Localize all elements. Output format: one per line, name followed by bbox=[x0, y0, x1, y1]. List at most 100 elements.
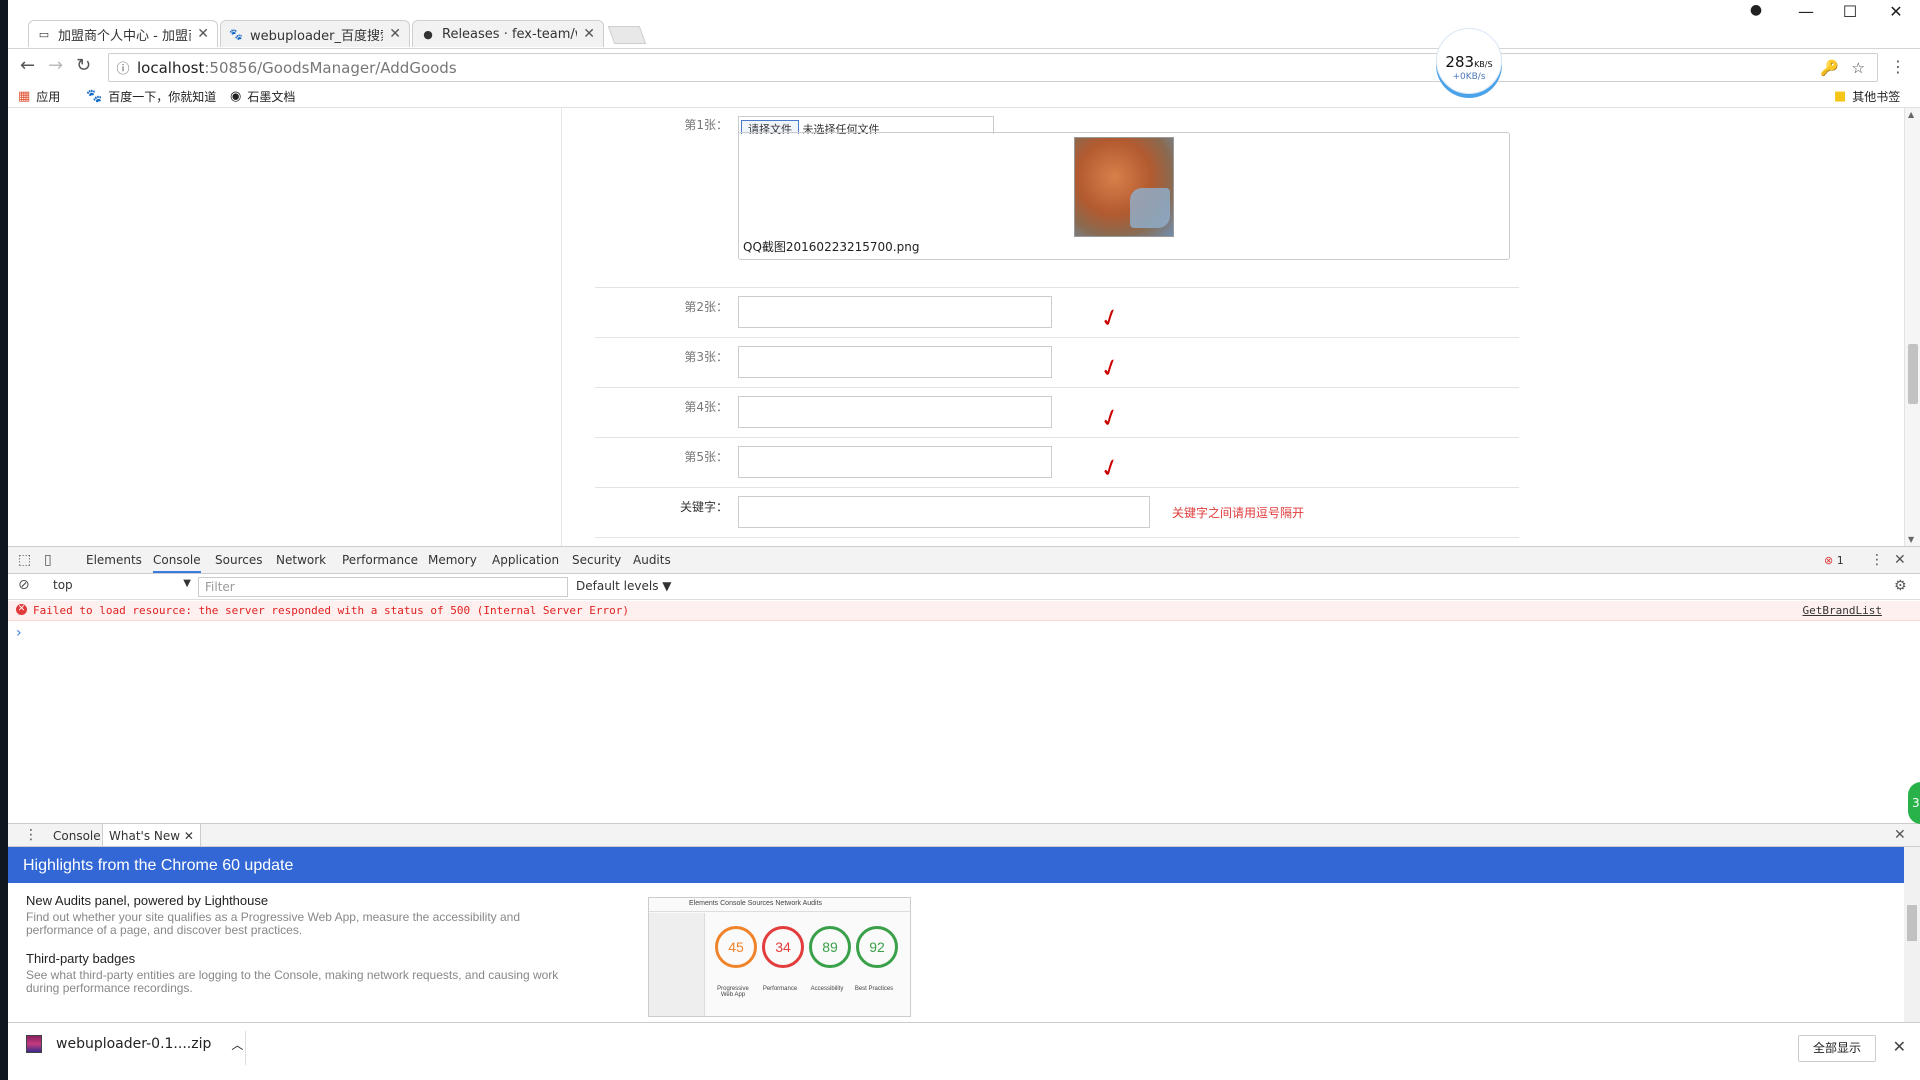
devtools-tab-elements[interactable]: Elements bbox=[86, 553, 142, 567]
scroll-down-icon[interactable]: ▼ bbox=[1908, 535, 1914, 544]
baidu-icon: 🐾 bbox=[86, 89, 103, 104]
screenshot-tabs: Elements Console Sources Network Audits bbox=[649, 898, 910, 912]
devtools-tab-security[interactable]: Security bbox=[572, 553, 621, 567]
profile-icon[interactable]: ● bbox=[1736, 2, 1776, 18]
inspect-icon[interactable]: ⬚ bbox=[18, 552, 31, 568]
download-item[interactable]: webuploader-0.1....zip ︿ bbox=[26, 1035, 243, 1053]
audits-screenshot: Elements Console Sources Network Audits … bbox=[648, 897, 911, 1017]
bookmark-star-icon[interactable]: ☆ bbox=[1852, 59, 1865, 77]
close-tab-icon[interactable]: ✕ bbox=[583, 26, 595, 42]
upload-label-2: 第2张： bbox=[684, 300, 728, 314]
context-value: top bbox=[53, 578, 73, 592]
error-source-link[interactable]: GetBrandList bbox=[1803, 604, 1882, 617]
drawer-tab-whats-new[interactable]: What's New ✕ bbox=[102, 824, 201, 846]
upload-input-3[interactable] bbox=[738, 346, 1052, 378]
scrollbar-thumb[interactable] bbox=[1908, 344, 1918, 404]
info-icon[interactable]: ⓘ bbox=[109, 58, 137, 77]
devtools-tab-application[interactable]: Application bbox=[492, 553, 559, 567]
chevron-up-icon[interactable]: ︿ bbox=[231, 1036, 243, 1053]
forward-button[interactable]: → bbox=[48, 55, 63, 76]
whats-new-banner: Highlights from the Chrome 60 update bbox=[8, 847, 1912, 883]
bookmark-shimo[interactable]: ◉ 石墨文档 bbox=[230, 88, 295, 105]
error-count-badge[interactable]: ⊗ 1 bbox=[1824, 554, 1844, 567]
page-scrollbar[interactable]: ▲ ▼ bbox=[1904, 108, 1920, 546]
drawer-tab-bar: ⋮ Console What's New ✕ ✕ bbox=[8, 823, 1920, 847]
devtools-tab-sources[interactable]: Sources bbox=[215, 553, 262, 567]
keyword-label: 关键字： bbox=[679, 500, 728, 514]
upload-speed: +0KB/s bbox=[1452, 72, 1486, 82]
back-button[interactable]: ← bbox=[20, 55, 35, 76]
keyword-tip: 关键字之间请用逗号隔开 bbox=[1172, 506, 1305, 520]
bookmark-label: 百度一下，你就知道 bbox=[108, 90, 217, 104]
devtools-menu-icon[interactable]: ⋮ bbox=[1870, 552, 1884, 568]
gauge-performance: 34 bbox=[762, 926, 804, 968]
upload-input-5[interactable] bbox=[738, 446, 1052, 478]
upload-row-5 bbox=[595, 438, 1519, 488]
file-preview-box: QQ截图20160223215700.png bbox=[738, 132, 1510, 260]
bookmark-baidu[interactable]: 🐾 百度一下，你就知道 bbox=[86, 88, 216, 105]
console-prompt-icon[interactable]: › bbox=[16, 625, 22, 641]
bookmark-other[interactable]: ■ 其他书签 bbox=[1834, 88, 1900, 105]
address-bar[interactable]: ⓘ localhost:50856/GoodsManager/AddGoods … bbox=[108, 53, 1878, 82]
maximize-button[interactable]: ☐ bbox=[1830, 2, 1870, 21]
bookmark-apps[interactable]: ▦ 应用 bbox=[18, 88, 60, 105]
whats-new-item-title: Third-party badges bbox=[26, 951, 136, 966]
browser-window: ▭ 加盟商个人中心 - 加盟商 ✕ 🐾 webuploader_百度搜索 ✕ ●… bbox=[0, 0, 1920, 1080]
log-levels-dropdown[interactable]: Default levels ▼ bbox=[576, 579, 672, 593]
minimize-button[interactable]: — bbox=[1786, 2, 1826, 21]
new-tab-button[interactable] bbox=[607, 26, 647, 44]
gauge-pwa: 45 bbox=[715, 926, 757, 968]
console-settings-icon[interactable]: ⚙ bbox=[1894, 578, 1907, 594]
devtools-panel: ⬚ ▯ Elements Console Sources Network Per… bbox=[8, 546, 1920, 1023]
close-shelf-icon[interactable]: ✕ bbox=[1893, 1037, 1906, 1056]
tab-merchant-center[interactable]: ▭ 加盟商个人中心 - 加盟商 ✕ bbox=[28, 20, 218, 47]
devtools-tab-memory[interactable]: Memory bbox=[428, 553, 477, 567]
speed-unit: KB/S bbox=[1474, 60, 1493, 69]
tab-title: Releases · fex-team/we bbox=[442, 26, 577, 42]
upload-label-1: 第1张： bbox=[684, 118, 728, 132]
device-toggle-icon[interactable]: ▯ bbox=[44, 552, 52, 568]
side-float-badge[interactable]: 32 bbox=[1908, 782, 1920, 824]
devtools-tab-network[interactable]: Network bbox=[276, 553, 326, 567]
shimo-icon: ◉ bbox=[230, 89, 242, 104]
clear-console-icon[interactable]: ⊘ bbox=[18, 577, 30, 593]
upload-input-2[interactable] bbox=[738, 296, 1052, 328]
keyword-input[interactable] bbox=[738, 496, 1150, 528]
devtools-tab-audits[interactable]: Audits bbox=[633, 553, 671, 567]
reload-button[interactable]: ↻ bbox=[76, 55, 91, 76]
gauge-label: Performance bbox=[762, 986, 798, 992]
apps-grid-icon: ▦ bbox=[18, 89, 31, 104]
scroll-up-icon[interactable]: ▲ bbox=[1908, 110, 1914, 119]
gauge-accessibility: 89 bbox=[809, 926, 851, 968]
close-tab-icon[interactable]: ✕ bbox=[197, 26, 209, 42]
drawer-close-icon[interactable]: ✕ bbox=[1894, 827, 1906, 843]
bookmark-label: 应用 bbox=[36, 90, 61, 104]
devtools-tab-performance[interactable]: Performance bbox=[342, 553, 418, 567]
console-filter-input[interactable]: Filter bbox=[198, 577, 568, 597]
tab-title: 加盟商个人中心 - 加盟商 bbox=[58, 28, 192, 44]
key-icon[interactable]: 🔑 bbox=[1820, 59, 1839, 77]
drawer-menu-icon[interactable]: ⋮ bbox=[24, 827, 38, 843]
drawer-tab-label: What's New bbox=[109, 829, 181, 843]
tab-github-releases[interactable]: ● Releases · fex-team/we ✕ bbox=[412, 20, 604, 47]
devtools-tab-console[interactable]: Console bbox=[153, 553, 201, 573]
baidu-icon: 🐾 bbox=[229, 27, 243, 41]
tab-baidu-search[interactable]: 🐾 webuploader_百度搜索 ✕ bbox=[220, 20, 410, 47]
gauge-best-practices: 92 bbox=[856, 926, 898, 968]
drawer-scrollbar[interactable] bbox=[1904, 847, 1920, 1023]
console-error-row: ✕ Failed to load resource: the server re… bbox=[8, 601, 1920, 621]
upload-row-4 bbox=[595, 388, 1519, 438]
upload-input-4[interactable] bbox=[738, 396, 1052, 428]
network-speed-widget[interactable]: 283KB/S +0KB/s bbox=[1436, 28, 1502, 94]
close-window-button[interactable]: ✕ bbox=[1876, 2, 1916, 21]
scrollbar-thumb[interactable] bbox=[1907, 905, 1917, 941]
browser-toolbar: ← → ↻ ⓘ localhost:50856/GoodsManager/Add… bbox=[8, 48, 1920, 86]
context-selector[interactable]: top ▼ bbox=[51, 578, 191, 596]
chrome-menu-icon[interactable]: ⋮ bbox=[1890, 57, 1906, 76]
devtools-close-icon[interactable]: ✕ bbox=[1894, 552, 1906, 568]
file-name: QQ截图20160223215700.png bbox=[743, 240, 920, 254]
drawer-tab-console[interactable]: Console bbox=[53, 829, 101, 843]
show-all-button[interactable]: 全部显示 bbox=[1798, 1035, 1876, 1062]
close-tab-icon[interactable]: ✕ bbox=[389, 26, 401, 42]
error-icon: ✕ bbox=[16, 604, 27, 615]
